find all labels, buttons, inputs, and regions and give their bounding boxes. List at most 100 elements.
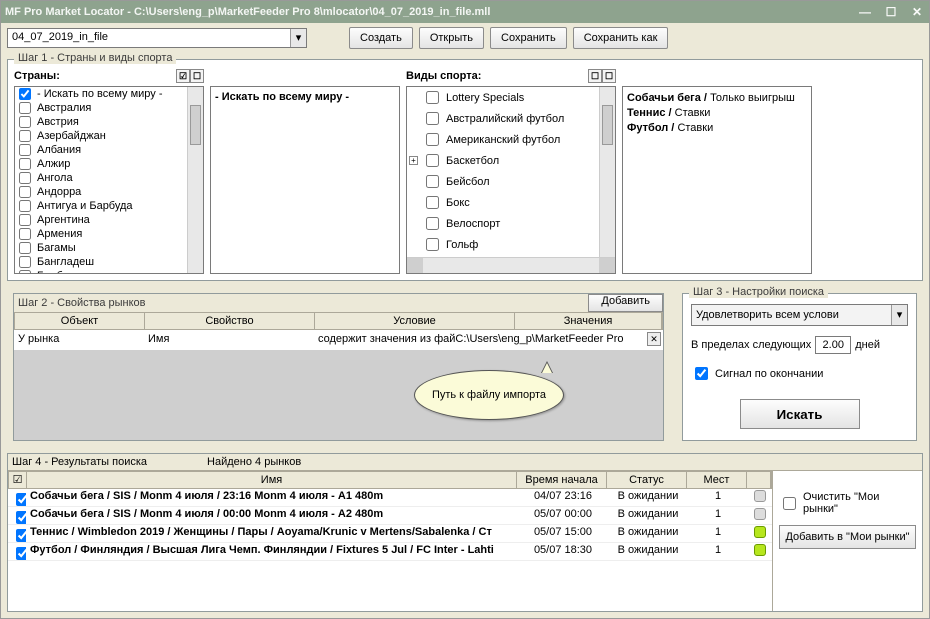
row-status: В ожидании [608,489,688,506]
scrollbar[interactable] [599,87,615,273]
country-checkbox[interactable] [19,102,31,114]
country-checkbox[interactable] [19,214,31,226]
sport-checkbox[interactable] [426,133,439,146]
row-places: 1 [688,543,748,560]
result-row[interactable]: Собачьи бега / SIS / Monm 4 июля / 23:16… [8,489,772,507]
list-item[interactable]: Барбадос [15,269,203,274]
list-item[interactable]: Армения [15,227,203,241]
tree-item[interactable]: Бейсбол [407,171,615,192]
open-button[interactable]: Открыть [419,27,484,49]
list-item[interactable]: Албания [15,143,203,157]
tree-item[interactable]: Австралийский футбол [407,108,615,129]
sport-checkbox[interactable] [426,196,439,209]
add-to-my-markets-button[interactable]: Добавить в "Мои рынки" [779,525,916,549]
col-status[interactable]: Статус [607,472,687,488]
signal-checkbox-row[interactable]: Сигнал по окончании [691,364,908,383]
save-button[interactable]: Сохранить [490,27,567,49]
row-name: Собачьи бега / SIS / Monm 4 июля / 23:16… [26,489,518,506]
sport-checkbox[interactable] [426,112,439,125]
country-checkbox[interactable] [19,256,31,268]
minimize-icon[interactable]: — [857,5,873,19]
country-checkbox[interactable] [19,130,31,142]
delete-row-icon[interactable]: ✕ [647,332,661,346]
list-item[interactable]: Алжир [15,157,203,171]
sports-list[interactable]: Lottery SpecialsАвстралийский футболАмер… [406,86,616,274]
row-checkbox[interactable] [16,511,26,524]
step2-grid-header: Объект Свойство Условие Значения [14,312,663,330]
country-checkbox[interactable] [19,158,31,170]
sports-label: Виды спорта: [406,70,481,82]
list-item[interactable]: Азербайджан [15,129,203,143]
clear-my-markets-row[interactable]: Очистить "Мои рынки" [779,491,916,515]
result-row[interactable]: Теннис / Wimbledon 2019 / Женщины / Пары… [8,525,772,543]
status-icon [754,490,766,502]
create-button[interactable]: Создать [349,27,413,49]
country-checkbox[interactable] [19,242,31,254]
tree-item[interactable]: +Баскетбол [407,150,615,171]
countries-check-all-icon[interactable]: ☑ [176,69,190,83]
tree-item[interactable]: Бокс [407,192,615,213]
country-checkbox[interactable] [19,144,31,156]
file-select[interactable]: 04_07_2019_in_file ▾ [7,28,307,48]
col-name[interactable]: Имя [27,472,517,488]
property-row[interactable]: У рынка Имя содержит значения из файC:\U… [14,330,663,350]
h-scrollbar[interactable] [407,257,615,273]
sport-checkbox[interactable] [426,175,439,188]
sports-uncheck-all-icon[interactable]: ☐ [602,69,616,83]
col-places[interactable]: Мест [687,472,747,488]
country-checkbox[interactable] [19,270,31,274]
row-name: Футбол / Финляндия / Высшая Лига Чемп. Ф… [26,543,518,560]
col-object: Объект [15,313,145,329]
tree-item[interactable]: Велоспорт [407,213,615,234]
maximize-icon[interactable]: ☐ [883,5,899,19]
sport-checkbox[interactable] [426,91,439,104]
countries-uncheck-all-icon[interactable]: ☐ [190,69,204,83]
search-button[interactable]: Искать [740,399,860,429]
sports-check-all-icon[interactable]: ☐ [588,69,602,83]
sport-checkbox[interactable] [426,238,439,251]
chevron-down-icon[interactable]: ▾ [290,29,306,47]
row-checkbox[interactable] [16,529,26,542]
list-item[interactable]: Бангладеш [15,255,203,269]
country-checkbox[interactable] [19,116,31,128]
window-buttons: — ☐ ✕ [857,5,925,19]
list-item[interactable]: Австралия [15,101,203,115]
country-checkbox[interactable] [19,88,31,100]
result-row[interactable]: Футбол / Финляндия / Высшая Лига Чемп. Ф… [8,543,772,561]
chevron-down-icon[interactable]: ▾ [891,305,907,325]
row-property: Имя [144,330,314,350]
list-item[interactable]: Ангола [15,171,203,185]
expand-icon[interactable]: + [409,156,418,165]
col-values: Значения [515,313,662,329]
row-checkbox[interactable] [16,547,26,560]
add-property-button[interactable]: Добавить [588,294,663,312]
list-item[interactable]: Аргентина [15,213,203,227]
result-row[interactable]: Собачьи бега / SIS / Monm 4 июля / 00:00… [8,507,772,525]
sport-checkbox[interactable] [426,217,439,230]
tree-item[interactable]: Гольф [407,234,615,255]
satisfy-combo[interactable]: Удовлетворить всем услови ▾ [691,304,908,326]
row-checkbox[interactable] [16,493,26,506]
tree-item[interactable]: Lottery Specials [407,87,615,108]
countries-list[interactable]: - Искать по всему миру - АвстралияАвстри… [14,86,204,274]
country-checkbox[interactable] [19,228,31,240]
country-checkbox[interactable] [19,200,31,212]
scrollbar[interactable] [187,87,203,273]
list-item[interactable]: - Искать по всему миру - [15,87,203,101]
sport-checkbox[interactable] [426,154,439,167]
country-checkbox[interactable] [19,186,31,198]
list-item[interactable]: Андорра [15,185,203,199]
tree-item[interactable]: Американский футбол [407,129,615,150]
days-input[interactable]: 2.00 [815,336,851,354]
row-places: 1 [688,525,748,542]
close-icon[interactable]: ✕ [909,5,925,19]
col-check[interactable]: ☑ [9,472,27,488]
signal-checkbox[interactable] [695,367,708,380]
save-as-button[interactable]: Сохранить как [573,27,669,49]
list-item[interactable]: Австрия [15,115,203,129]
col-time[interactable]: Время начала [517,472,607,488]
list-item[interactable]: Багамы [15,241,203,255]
list-item[interactable]: Антигуа и Барбуда [15,199,203,213]
country-checkbox[interactable] [19,172,31,184]
clear-checkbox[interactable] [783,497,796,510]
